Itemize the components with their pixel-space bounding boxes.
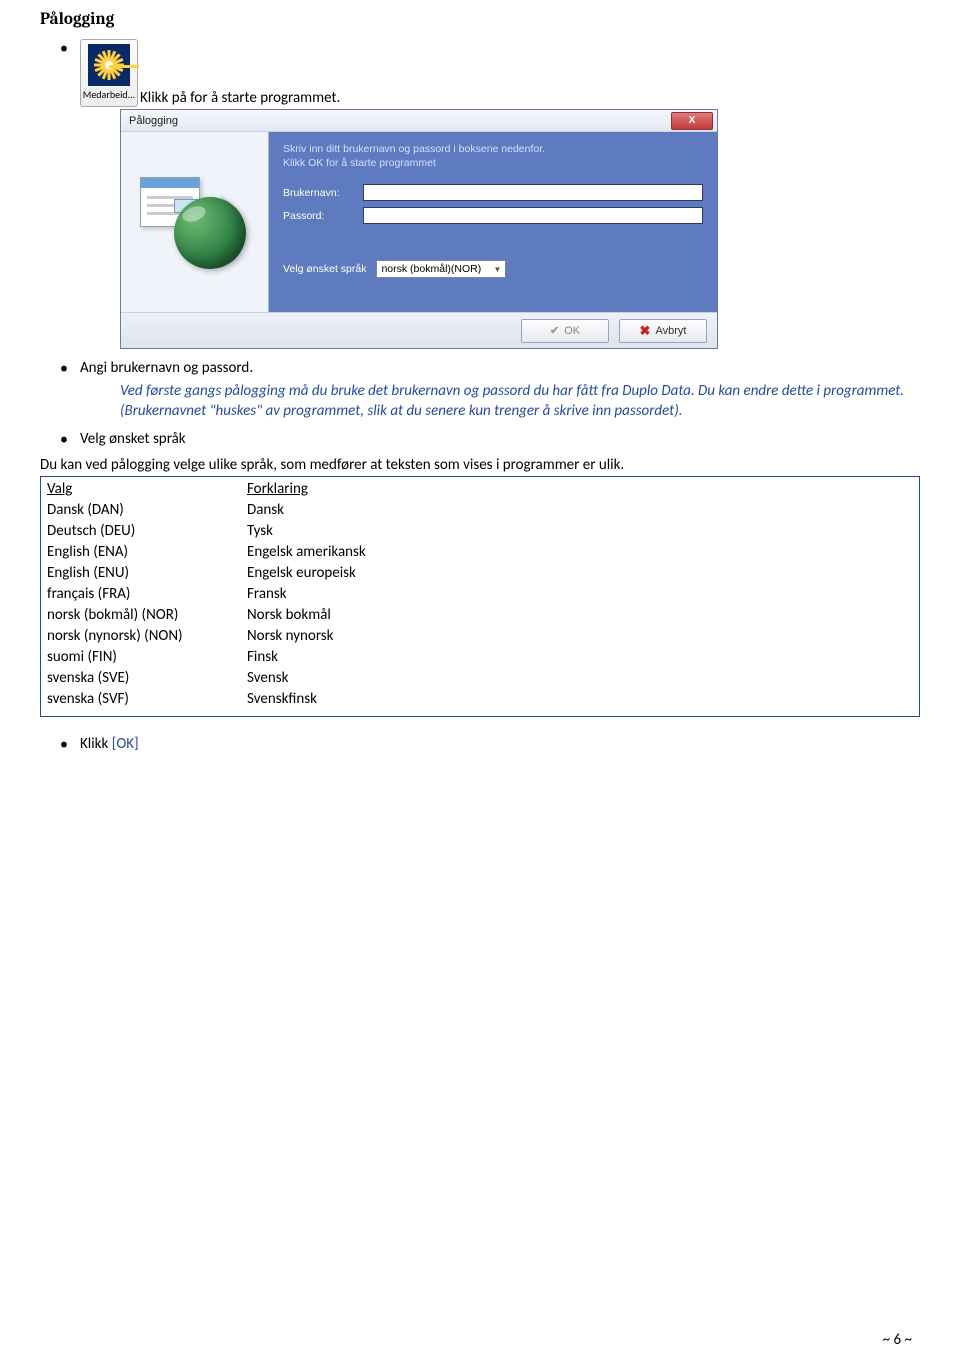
table-row: svenska (SVF)Svenskfinsk — [47, 689, 913, 710]
ok-label: OK — [564, 325, 580, 337]
chevron-down-icon: ▼ — [494, 265, 502, 274]
table-row: svenska (SVE)Svensk — [47, 668, 913, 689]
language-value: norsk (bokmål)(NOR) — [381, 263, 481, 275]
bullet-enter-creds: Angi brukernavn og passord. Ved første g… — [40, 359, 920, 422]
ok-reference: [OK] — [112, 735, 139, 753]
check-icon: ✔ — [550, 324, 559, 337]
close-button[interactable]: X — [671, 112, 713, 130]
x-icon: ✖ — [640, 323, 651, 339]
table-row: Deutsch (DEU)Tysk — [47, 521, 913, 542]
bullet-start-text: Klikk på for å starte programmet. — [140, 89, 340, 107]
globe-icon — [174, 197, 246, 269]
password-input[interactable] — [363, 207, 703, 224]
table-header-valg: Valg — [47, 479, 247, 500]
page-heading: Pålogging — [40, 10, 920, 29]
creds-description: Ved første gangs pålogging må du bruke d… — [120, 381, 920, 422]
dialog-titlebar: Pålogging X — [121, 110, 717, 132]
ok-button[interactable]: ✔ OK — [521, 319, 609, 343]
table-row: Dansk (DAN)Dansk — [47, 500, 913, 521]
dialog-graphic-pane — [121, 132, 269, 312]
page-number: ~ 6 ~ — [883, 1331, 912, 1349]
login-dialog: Pålogging X Skriv — [120, 109, 718, 349]
bullet-start: Medarbeid... Klikk på for å starte progr… — [40, 39, 920, 349]
language-select[interactable]: norsk (bokmål)(NOR) ▼ — [376, 260, 506, 278]
username-label: Brukernavn: — [283, 187, 363, 199]
dialog-instruction: Skriv inn ditt brukernavn og passord i b… — [283, 142, 703, 170]
language-table: Valg Forklaring Dansk (DAN)Dansk Deutsch… — [40, 476, 920, 717]
table-row: suomi (FIN)Finsk — [47, 647, 913, 668]
table-header-forklaring: Forklaring — [247, 479, 913, 500]
language-note: Du kan ved pålogging velge ulike språk, … — [40, 456, 920, 474]
bullet-klikk-ok: Klikk [OK] — [40, 735, 920, 753]
close-icon: X — [689, 115, 696, 126]
medarbeid-label: Medarbeid... — [83, 88, 135, 101]
table-row: français (FRA)Fransk — [47, 584, 913, 605]
language-label: Velg ønsket språk — [283, 263, 366, 275]
cancel-label: Avbryt — [655, 325, 686, 337]
username-input[interactable] — [363, 184, 703, 201]
table-row: norsk (bokmål) (NOR)Norsk bokmål — [47, 605, 913, 626]
table-row: norsk (nynorsk) (NON)Norsk nynorsk — [47, 626, 913, 647]
table-row: English (ENU)Engelsk europeisk — [47, 563, 913, 584]
cancel-button[interactable]: ✖ Avbryt — [619, 319, 707, 343]
medarbeid-app-icon[interactable]: Medarbeid... — [80, 39, 138, 107]
table-row: English (ENA)Engelsk amerikansk — [47, 542, 913, 563]
bullet-select-lang: Velg ønsket språk — [40, 430, 920, 448]
dialog-title: Pålogging — [129, 115, 178, 127]
password-label: Passord: — [283, 210, 363, 222]
